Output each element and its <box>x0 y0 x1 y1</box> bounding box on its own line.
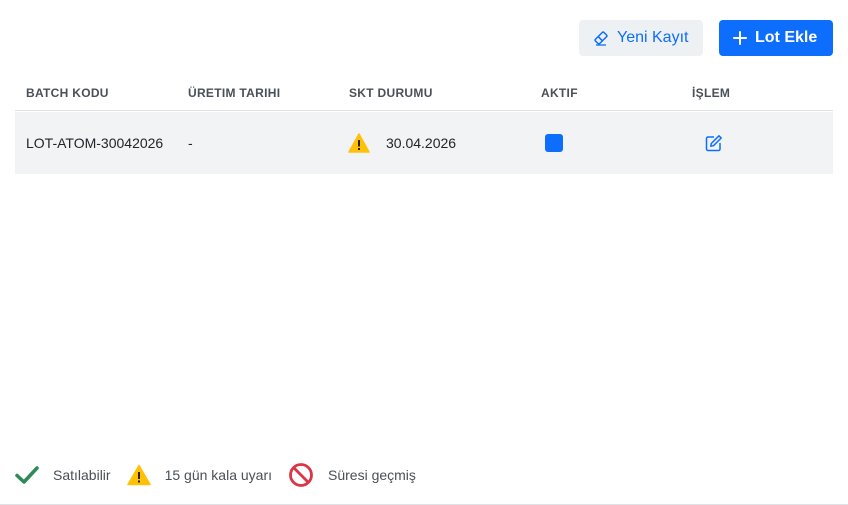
legend-item-expired: Süresi geçmiş <box>288 462 416 488</box>
batch-code-cell: LOT-ATOM-30042026 <box>26 135 164 151</box>
legend-label: Süresi geçmiş <box>328 467 416 483</box>
warning-icon <box>126 464 151 486</box>
edit-icon[interactable] <box>705 134 723 157</box>
column-header-action: İŞLEM <box>692 86 731 100</box>
column-header-active[interactable]: AKTIF <box>541 86 578 100</box>
add-lot-button[interactable]: Lot Ekle <box>719 20 833 56</box>
legend-label: Satılabilir <box>53 467 111 483</box>
eraser-icon <box>593 30 609 46</box>
column-header-production-date[interactable]: ÜRETIM TARIHI <box>188 86 280 100</box>
new-record-label: Yeni Kayıt <box>617 29 689 46</box>
check-icon <box>15 466 39 484</box>
prohibited-icon <box>289 463 313 487</box>
production-date-cell: - <box>188 135 193 151</box>
warning-icon <box>348 133 370 158</box>
table-header: BATCH KODU ÜRETIM TARIHI SKT DURUMU AKTI… <box>15 74 833 111</box>
legend-item-warning: 15 gün kala uyarı <box>126 464 272 486</box>
active-checkbox[interactable] <box>545 134 563 152</box>
add-lot-label: Lot Ekle <box>755 29 818 46</box>
toolbar: Yeni Kayıt Lot Ekle <box>579 20 833 56</box>
table-row: LOT-ATOM-30042026 - 30.04.2026 <box>15 112 833 174</box>
lot-management-panel: Yeni Kayıt Lot Ekle BATCH KODU ÜRETIM TA… <box>0 0 848 505</box>
new-record-button[interactable]: Yeni Kayıt <box>579 20 703 56</box>
plus-icon <box>733 31 747 45</box>
column-header-batch-code[interactable]: BATCH KODU <box>26 86 109 100</box>
legend-label: 15 gün kala uyarı <box>164 467 272 483</box>
column-header-expiry-status[interactable]: SKT DURUMU <box>349 86 433 100</box>
status-legend: Satılabilir 15 gün kala uyarı Süresi geç… <box>15 462 432 488</box>
legend-item-sellable: Satılabilir <box>15 465 111 485</box>
expiry-date-cell: 30.04.2026 <box>386 135 457 151</box>
